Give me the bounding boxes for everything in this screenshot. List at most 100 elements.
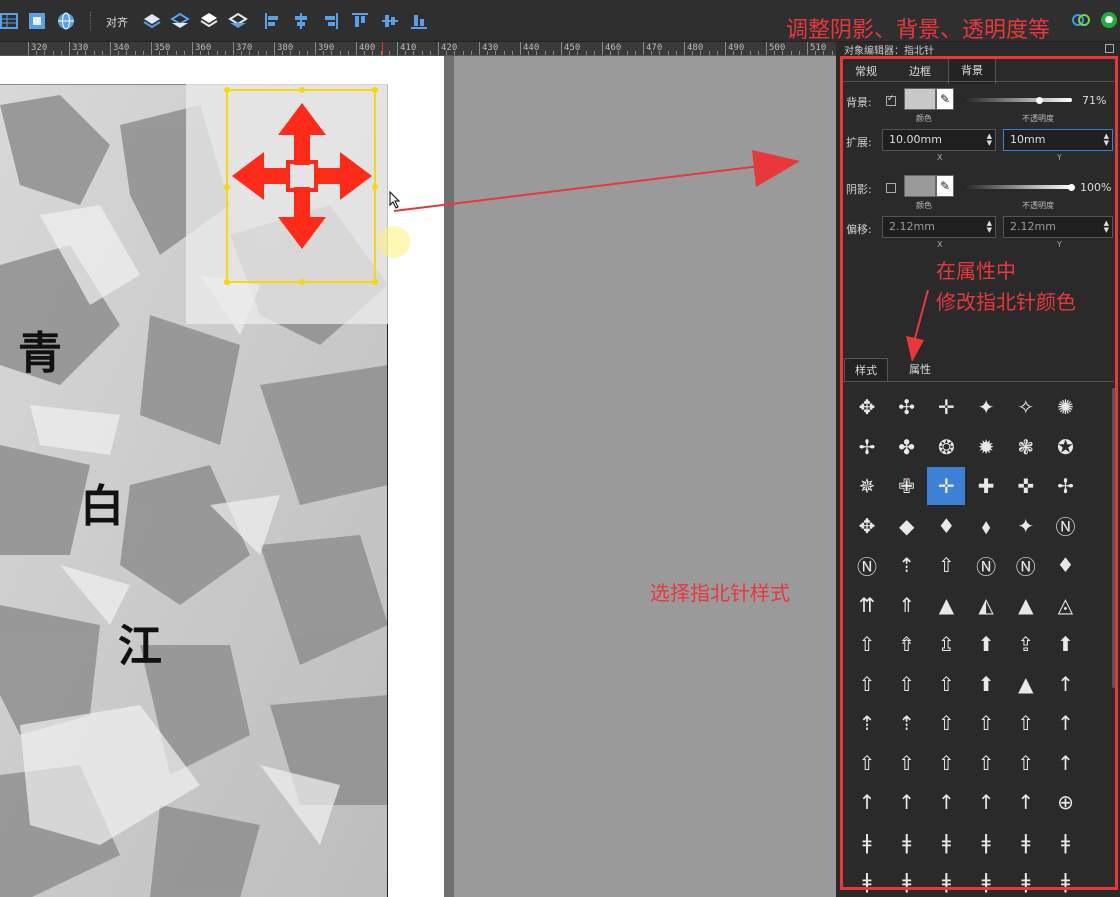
- north-arrow-style-option[interactable]: ⇧: [927, 744, 965, 782]
- north-arrow-style-option[interactable]: ♦: [1047, 546, 1085, 584]
- north-arrow-style-option[interactable]: ⇧: [848, 744, 886, 782]
- layer-bottom-icon[interactable]: [228, 11, 248, 31]
- globe-icon[interactable]: [56, 11, 76, 31]
- north-arrow-style-option[interactable]: ✹: [967, 428, 1005, 466]
- north-arrow-style-option[interactable]: ❂: [927, 428, 965, 466]
- frame-icon[interactable]: [27, 11, 47, 31]
- north-arrow-style-option[interactable]: ǂ: [888, 823, 926, 861]
- north-arrow-style-option[interactable]: Ⓝ: [1047, 507, 1085, 545]
- align-left-icon[interactable]: [263, 11, 283, 31]
- shadow-opacity-slider[interactable]: [962, 185, 1072, 189]
- north-arrow-style-option[interactable]: ✪: [1047, 428, 1085, 466]
- north-arrow-style-option[interactable]: ǂ: [1047, 862, 1085, 897]
- north-arrow-style-option[interactable]: ⇮: [888, 625, 926, 663]
- offset-x-input[interactable]: 2.12mm ▲ ▼: [882, 216, 996, 238]
- north-arrow-style-option[interactable]: ↑: [1047, 704, 1085, 742]
- north-arrow-style-option[interactable]: ✛: [927, 388, 965, 426]
- offset-y-input[interactable]: 2.12mm ▲ ▼: [1003, 216, 1113, 238]
- north-arrow-style-option[interactable]: ↑: [967, 783, 1005, 821]
- background-opacity-slider[interactable]: [962, 98, 1072, 102]
- north-arrow-style-option[interactable]: ǂ: [927, 823, 965, 861]
- north-arrow-style-option[interactable]: ❃: [1007, 428, 1045, 466]
- north-arrow-style-option[interactable]: ⇧: [927, 546, 965, 584]
- north-arrow-style-option[interactable]: ⇧: [1007, 744, 1045, 782]
- north-arrow-style-option[interactable]: ǂ: [1047, 823, 1085, 861]
- north-arrow-style-option[interactable]: ▲: [927, 586, 965, 624]
- align-top-icon[interactable]: [350, 11, 370, 31]
- north-arrow-style-option[interactable]: ♦: [927, 507, 965, 545]
- resize-handle[interactable]: [372, 279, 378, 285]
- north-arrow-style-option[interactable]: ⬆: [967, 665, 1005, 703]
- north-arrow-style-option[interactable]: ▲: [1007, 586, 1045, 624]
- layer-down-icon[interactable]: [170, 11, 190, 31]
- eyedropper-icon[interactable]: ✎: [936, 88, 954, 110]
- north-arrow-style-option[interactable]: ǂ: [888, 862, 926, 897]
- north-arrow-style-option[interactable]: ✧: [1007, 388, 1045, 426]
- north-arrow-style-option[interactable]: ✚: [967, 467, 1005, 505]
- chat-icon[interactable]: [1101, 12, 1117, 28]
- north-arrow-style-option[interactable]: ✦: [1007, 507, 1045, 545]
- north-arrow-style-option[interactable]: ✥: [848, 388, 886, 426]
- north-arrow-style-option[interactable]: ✣: [888, 388, 926, 426]
- north-arrow-style-option[interactable]: ⬧: [967, 507, 1005, 545]
- north-arrow-style-option[interactable]: ⇧: [848, 665, 886, 703]
- north-arrow-style-option[interactable]: ⬆: [1047, 625, 1085, 663]
- background-color-swatch[interactable]: [904, 88, 936, 110]
- resize-handle[interactable]: [224, 87, 230, 93]
- align-right-icon[interactable]: [320, 11, 340, 31]
- north-arrow-style-option[interactable]: ✥: [848, 507, 886, 545]
- layer-up-icon[interactable]: [142, 11, 162, 31]
- shadow-checkbox[interactable]: [886, 183, 896, 193]
- north-arrow-style-option[interactable]: Ⓝ: [848, 546, 886, 584]
- north-arrow-style-option[interactable]: ⇧: [927, 704, 965, 742]
- north-arrow-style-option[interactable]: ✤: [888, 428, 926, 466]
- shadow-color-swatch[interactable]: [904, 175, 936, 197]
- north-arrow-style-option[interactable]: ↑: [848, 783, 886, 821]
- eyedropper-icon[interactable]: ✎: [936, 175, 954, 197]
- compass-selection-box[interactable]: [224, 87, 378, 285]
- extend-x-input[interactable]: 10.00mm ▲ ▼: [882, 129, 996, 151]
- north-arrow-style-option[interactable]: ✜: [1007, 467, 1045, 505]
- north-arrow-style-option[interactable]: ↑: [927, 783, 965, 821]
- north-arrow-style-option[interactable]: ⇧: [967, 744, 1005, 782]
- north-arrow-style-option[interactable]: ↑: [1047, 665, 1085, 703]
- north-arrow-style-option[interactable]: ✙: [888, 467, 926, 505]
- north-arrow-style-option[interactable]: ✺: [1047, 388, 1085, 426]
- slider-knob[interactable]: [1036, 97, 1044, 104]
- north-arrow-style-option[interactable]: ✵: [848, 467, 886, 505]
- north-arrow-style-option[interactable]: ǂ: [848, 823, 886, 861]
- table-icon[interactable]: [0, 11, 20, 31]
- north-arrow-style-option[interactable]: ◭: [967, 586, 1005, 624]
- north-arrow-style-option[interactable]: ↑: [1007, 783, 1045, 821]
- slider-knob[interactable]: [1068, 184, 1075, 191]
- style-grid-scrollbar[interactable]: [1112, 388, 1117, 688]
- dual-ring-icon[interactable]: [1072, 12, 1090, 28]
- north-arrow-style-option[interactable]: ⇡: [848, 704, 886, 742]
- spin-arrows-icon[interactable]: ▲ ▼: [987, 220, 992, 234]
- north-arrow-style-option[interactable]: Ⓝ: [1007, 546, 1045, 584]
- north-arrow-style-option[interactable]: ⇧: [927, 665, 965, 703]
- resize-handle[interactable]: [224, 279, 230, 285]
- layer-top-icon[interactable]: [199, 11, 219, 31]
- north-arrow-style-option[interactable]: ✦: [967, 388, 1005, 426]
- background-checkbox[interactable]: [886, 94, 896, 106]
- north-arrow-style-option[interactable]: ◆: [888, 507, 926, 545]
- north-arrow-style-option[interactable]: ✢: [848, 428, 886, 466]
- north-arrow-style-option[interactable]: ǂ: [927, 862, 965, 897]
- north-arrow-style-option[interactable]: ▲: [1007, 665, 1045, 703]
- align-center-h-icon[interactable]: [291, 11, 311, 31]
- north-arrow-style-option[interactable]: Ⓝ: [967, 546, 1005, 584]
- north-arrow-style-option[interactable]: ⇪: [1007, 625, 1045, 663]
- north-arrow-style-option[interactable]: ǂ: [1007, 862, 1045, 897]
- resize-handle[interactable]: [299, 279, 305, 285]
- north-arrow-style-option[interactable]: ⊕: [1047, 783, 1085, 821]
- north-arrow-style-option[interactable]: ⇧: [967, 704, 1005, 742]
- north-arrow-style-option[interactable]: ǂ: [967, 823, 1005, 861]
- spin-arrows-icon[interactable]: ▲ ▼: [987, 133, 992, 147]
- north-arrow-style-option[interactable]: ◬: [1047, 586, 1085, 624]
- north-arrow-style-option[interactable]: ⬆: [967, 625, 1005, 663]
- spin-arrows-icon[interactable]: ▲ ▼: [1104, 133, 1109, 147]
- north-arrow-style-option[interactable]: ✛: [927, 467, 966, 505]
- north-arrow-style-option[interactable]: ↑: [1047, 744, 1085, 782]
- north-arrow-style-option[interactable]: ǂ: [1007, 823, 1045, 861]
